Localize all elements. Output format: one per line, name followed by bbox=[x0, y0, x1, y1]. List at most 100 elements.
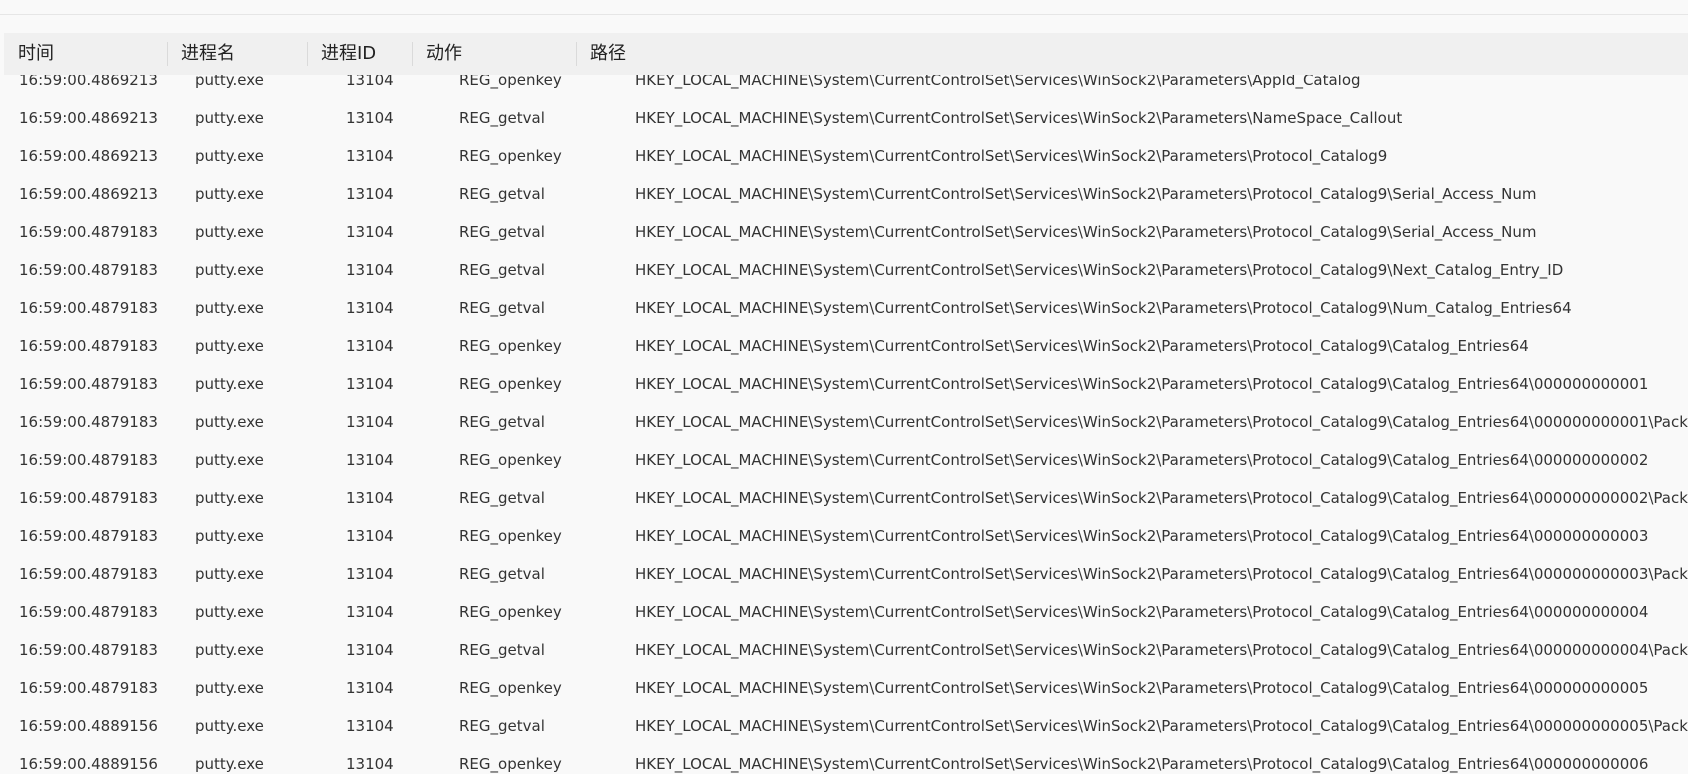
column-resize-handle[interactable] bbox=[167, 42, 168, 66]
cell-path: HKEY_LOCAL_MACHINE\System\CurrentControl… bbox=[635, 299, 1572, 317]
cell-process-id: 13104 bbox=[346, 147, 394, 165]
table-row[interactable]: 16:59:00.4879183 putty.exe 13104 REG_getval… bbox=[4, 251, 1688, 289]
cell-path: HKEY_LOCAL_MACHINE\System\CurrentControl… bbox=[635, 261, 1564, 279]
cell-action: REG_getval bbox=[459, 489, 545, 507]
cell-process-id: 13104 bbox=[346, 261, 394, 279]
cell-time: 16:59:00.4879183 bbox=[19, 413, 158, 431]
table-row[interactable]: 16:59:00.4869213 putty.exe 13104 REG_openke… bbox=[4, 137, 1688, 175]
cell-process-id: 13104 bbox=[346, 489, 394, 507]
table-row[interactable]: 16:59:00.4879183 putty.exe 13104 REG_getval… bbox=[4, 289, 1688, 327]
cell-path: HKEY_LOCAL_MACHINE\System\CurrentControl… bbox=[635, 565, 1688, 583]
table-row[interactable]: 16:59:00.4879183 putty.exe 13104 REG_getval… bbox=[4, 479, 1688, 517]
table-row[interactable]: 16:59:00.4879183 putty.exe 13104 REG_openke… bbox=[4, 517, 1688, 555]
cell-process-name: putty.exe bbox=[195, 185, 264, 203]
cell-process-name: putty.exe bbox=[195, 413, 264, 431]
cell-process-name: putty.exe bbox=[195, 223, 264, 241]
cell-time: 16:59:00.4879183 bbox=[19, 603, 158, 621]
cell-path: HKEY_LOCAL_MACHINE\System\CurrentControl… bbox=[635, 147, 1388, 165]
cell-action: REG_getval bbox=[459, 185, 545, 203]
cell-process-id: 13104 bbox=[346, 641, 394, 659]
table-header: 时间 进程名 进程ID 动作 路径 bbox=[4, 33, 1688, 75]
cell-action: REG_openkey bbox=[459, 337, 562, 355]
column-header-time[interactable]: 时间 bbox=[18, 33, 54, 75]
cell-action: REG_getval bbox=[459, 299, 545, 317]
cell-process-id: 13104 bbox=[346, 299, 394, 317]
cell-time: 16:59:00.4879183 bbox=[19, 641, 158, 659]
cell-time: 16:59:00.4879183 bbox=[19, 451, 158, 469]
cell-action: REG_getval bbox=[459, 223, 545, 241]
top-toolbar bbox=[0, 0, 1688, 15]
column-resize-handle[interactable] bbox=[307, 42, 308, 66]
cell-process-id: 13104 bbox=[346, 565, 394, 583]
cell-time: 16:59:00.4879183 bbox=[19, 527, 158, 545]
cell-process-name: putty.exe bbox=[195, 261, 264, 279]
cell-action: REG_openkey bbox=[459, 603, 562, 621]
table-row[interactable]: 16:59:00.4879183 putty.exe 13104 REG_openke… bbox=[4, 441, 1688, 479]
cell-process-name: putty.exe bbox=[195, 679, 264, 697]
cell-time: 16:59:00.4869213 bbox=[19, 185, 158, 203]
cell-time: 16:59:00.4869213 bbox=[19, 109, 158, 127]
cell-process-name: putty.exe bbox=[195, 603, 264, 621]
column-resize-handle[interactable] bbox=[412, 42, 413, 66]
cell-time: 16:59:00.4879183 bbox=[19, 337, 158, 355]
cell-action: REG_openkey bbox=[459, 679, 562, 697]
cell-process-name: putty.exe bbox=[195, 755, 264, 773]
table-row[interactable]: 16:59:00.4879183 putty.exe 13104 REG_openke… bbox=[4, 593, 1688, 631]
cell-process-id: 13104 bbox=[346, 717, 394, 735]
cell-time: 16:59:00.4889156 bbox=[19, 717, 158, 735]
cell-process-name: putty.exe bbox=[195, 147, 264, 165]
cell-time: 16:59:00.4879183 bbox=[19, 489, 158, 507]
cell-process-name: putty.exe bbox=[195, 489, 264, 507]
cell-process-id: 13104 bbox=[346, 109, 394, 127]
cell-process-name: putty.exe bbox=[195, 109, 264, 127]
cell-path: HKEY_LOCAL_MACHINE\System\CurrentControl… bbox=[635, 109, 1403, 127]
table-row[interactable]: 16:59:00.4879183 putty.exe 13104 REG_getval… bbox=[4, 631, 1688, 669]
cell-path: HKEY_LOCAL_MACHINE\System\CurrentControl… bbox=[635, 527, 1649, 545]
cell-action: REG_openkey bbox=[459, 375, 562, 393]
cell-process-id: 13104 bbox=[346, 337, 394, 355]
table-row[interactable]: 16:59:00.4879183 putty.exe 13104 REG_openke… bbox=[4, 669, 1688, 707]
table-row[interactable]: 16:59:00.4879183 putty.exe 13104 REG_getval… bbox=[4, 555, 1688, 593]
cell-path: HKEY_LOCAL_MACHINE\System\CurrentControl… bbox=[635, 603, 1649, 621]
cell-path: HKEY_LOCAL_MACHINE\System\CurrentControl… bbox=[635, 223, 1537, 241]
cell-path: HKEY_LOCAL_MACHINE\System\CurrentControl… bbox=[635, 679, 1649, 697]
cell-action: REG_getval bbox=[459, 109, 545, 127]
cell-time: 16:59:00.4879183 bbox=[19, 299, 158, 317]
cell-process-name: putty.exe bbox=[195, 375, 264, 393]
table-row[interactable]: 16:59:00.4879183 putty.exe 13104 REG_getval… bbox=[4, 213, 1688, 251]
cell-path: HKEY_LOCAL_MACHINE\System\CurrentControl… bbox=[635, 755, 1649, 773]
table-row[interactable]: 16:59:00.4869213 putty.exe 13104 REG_getval… bbox=[4, 99, 1688, 137]
event-log-table: 时间 进程名 进程ID 动作 路径 16:59:00.4869213 putty.… bbox=[4, 33, 1688, 774]
cell-time: 16:59:00.4879183 bbox=[19, 223, 158, 241]
column-header-process-id[interactable]: 进程ID bbox=[321, 33, 376, 75]
cell-path: HKEY_LOCAL_MACHINE\System\CurrentControl… bbox=[635, 337, 1529, 355]
cell-process-id: 13104 bbox=[346, 679, 394, 697]
column-header-process-name[interactable]: 进程名 bbox=[181, 33, 235, 75]
cell-action: REG_getval bbox=[459, 413, 545, 431]
column-resize-handle[interactable] bbox=[576, 42, 577, 66]
cell-process-name: putty.exe bbox=[195, 527, 264, 545]
cell-action: REG_getval bbox=[459, 565, 545, 583]
cell-action: REG_getval bbox=[459, 641, 545, 659]
table-row[interactable]: 16:59:00.4879183 putty.exe 13104 REG_getval… bbox=[4, 403, 1688, 441]
cell-time: 16:59:00.4879183 bbox=[19, 261, 158, 279]
table-row[interactable]: 16:59:00.4889156 putty.exe 13104 REG_openke… bbox=[4, 745, 1688, 774]
cell-action: REG_getval bbox=[459, 717, 545, 735]
cell-process-id: 13104 bbox=[346, 413, 394, 431]
cell-process-name: putty.exe bbox=[195, 565, 264, 583]
cell-process-name: putty.exe bbox=[195, 337, 264, 355]
cell-action: REG_openkey bbox=[459, 147, 562, 165]
column-header-path[interactable]: 路径 bbox=[590, 33, 626, 75]
table-row[interactable]: 16:59:00.4879183 putty.exe 13104 REG_openke… bbox=[4, 327, 1688, 365]
cell-process-id: 13104 bbox=[346, 223, 394, 241]
cell-action: REG_openkey bbox=[459, 527, 562, 545]
cell-time: 16:59:00.4869213 bbox=[19, 147, 158, 165]
cell-path: HKEY_LOCAL_MACHINE\System\CurrentControl… bbox=[635, 451, 1649, 469]
table-body: 16:59:00.4869213 putty.exe 13104 REG_openke… bbox=[4, 61, 1688, 774]
table-row[interactable]: 16:59:00.4889156 putty.exe 13104 REG_getval… bbox=[4, 707, 1688, 745]
column-header-action[interactable]: 动作 bbox=[426, 33, 462, 75]
table-row[interactable]: 16:59:00.4869213 putty.exe 13104 REG_getval… bbox=[4, 175, 1688, 213]
cell-process-name: putty.exe bbox=[195, 299, 264, 317]
cell-action: REG_openkey bbox=[459, 451, 562, 469]
table-row[interactable]: 16:59:00.4879183 putty.exe 13104 REG_openke… bbox=[4, 365, 1688, 403]
